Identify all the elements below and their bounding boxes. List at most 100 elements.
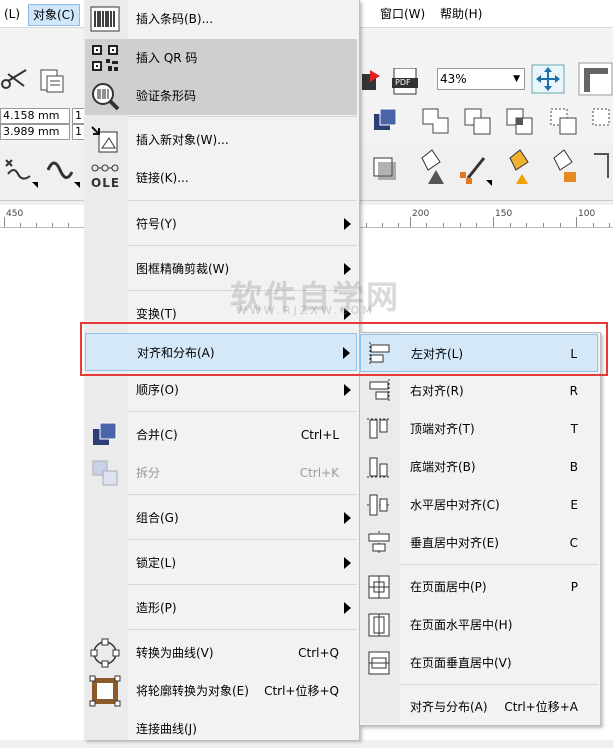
menu-item-outline-to-object[interactable]: 将轮廓转换为对象(E) Ctrl+位移+Q [85,672,357,710]
submenu-item-label: 在页面居中(P) [410,580,487,594]
outline-tool-icon[interactable] [590,148,613,188]
submenu-item-label: 在页面垂直居中(V) [410,656,512,670]
smart-fill-icon[interactable] [546,148,580,188]
menu-window[interactable]: 窗口(W) [376,4,429,24]
break-apart-icon [92,460,118,486]
submenu-item-align-right[interactable]: 右对齐(R) R [360,372,598,410]
menu-object[interactable]: 对象(C) [28,4,80,26]
submenu-item-center-page-horizontally[interactable]: 在页面水平居中(H) [360,606,598,644]
menu-item-break-apart: 拆分 Ctrl+K [85,454,357,492]
submenu-item-center-to-page[interactable]: 在页面居中(P) P [360,568,598,606]
menu-item-convert-to-curves[interactable]: 转换为曲线(V) Ctrl+Q [85,634,357,672]
curve-tool-icon[interactable] [44,152,80,188]
menu-item-label: 插入 QR 码 [136,51,198,65]
weld-icon[interactable] [420,106,452,136]
menu-layout[interactable]: (L) [0,4,24,24]
combine-icon[interactable] [370,106,400,136]
barcode-icon [90,6,120,32]
menu-help[interactable]: 帮助(H) [436,4,486,24]
full-screen-icon[interactable] [531,64,565,94]
simplify-icon[interactable] [548,106,580,136]
menu-item-label: 锁定(L) [136,556,177,570]
menu-item-shaping[interactable]: 造形(P) [85,589,357,627]
menu-item-validate-barcode[interactable]: 验证条形码 [85,77,357,115]
intersect-icon[interactable] [504,106,536,136]
eyedropper-icon[interactable] [458,148,492,188]
menu-item-label: 验证条形码 [136,89,197,103]
menu-item-label: 顺序(O) [136,383,179,397]
submenu-item-label: 对齐与分布(A) [410,700,488,714]
menu-item-insert-new-object[interactable]: 插入新对象(W)... [85,121,357,159]
menu-item-label: 拆分 [136,466,161,480]
convert-to-curves-icon [90,638,120,668]
submenu-item-shortcut: E [570,498,578,512]
trim-icon[interactable] [462,106,494,136]
submenu-item-shortcut: Ctrl+位移+A [504,700,578,714]
zoom-value: 43% [440,72,467,86]
ruler-label: 200 [412,209,430,219]
pdf-label: PDF [395,78,411,87]
submenu-item-label: 底端对齐(B) [410,460,476,474]
menu-item-label: 图框精确剪裁(W) [136,262,230,276]
menu-item-lock[interactable]: 锁定(L) [85,544,357,582]
submenu-item-shortcut: C [569,536,578,550]
menu-item-label: 链接(K)... [136,171,189,185]
center-page-vertical-icon [368,651,390,675]
center-page-horizontal-icon [368,613,390,637]
outline-to-object-icon [89,675,121,707]
menu-item-combine[interactable]: 合并(C) Ctrl+L [85,416,357,454]
menu-item-shortcut: Ctrl+位移+Q [264,684,339,698]
submenu-item-align-top[interactable]: 顶端对齐(T) T [360,410,598,448]
menu-item-label: 连接曲线(J) [136,722,197,736]
submenu-arrow-icon [344,557,351,569]
ruler-options-icon[interactable] [578,62,613,96]
interactive-fill-icon[interactable] [502,148,536,188]
import-icon[interactable] [360,66,382,94]
menu-item-insert-qr[interactable]: 插入 QR 码 [85,39,357,77]
annotation-highlight-box [80,322,608,376]
submenu-item-center-page-vertically[interactable]: 在页面垂直居中(V) [360,644,598,682]
combine-icon [93,422,117,445]
menu-item-join-curves[interactable]: 连接曲线(J) [85,710,357,740]
menu-item-shortcut: Ctrl+K [299,466,339,480]
submenu-arrow-icon [344,218,351,230]
menu-item-label: 插入条码(B)... [136,12,214,26]
ole-link-icon: OLE [89,162,121,194]
submenu-item-align-vertical-center[interactable]: 垂直居中对齐(E) C [360,524,598,562]
menu-item-label: 合并(C) [136,428,178,442]
submenu-item-label: 顶端对齐(T) [410,422,475,436]
ruler-label: 150 [495,209,513,219]
menu-item-symbol[interactable]: 符号(Y) [85,205,357,243]
menu-item-label: 符号(Y) [136,217,177,231]
menu-item-order[interactable]: 顺序(O) [85,371,357,409]
cut-icon[interactable] [0,64,30,92]
submenu-item-label: 在页面水平居中(H) [410,618,513,632]
zoom-select[interactable]: 43% ▼ [437,68,525,90]
freehand-icon[interactable] [2,152,38,188]
submenu-item-label: 水平居中对齐(C) [410,498,500,512]
width-field[interactable]: 4.158 mm [0,108,70,124]
watermark-url: WWW.RJZXW.COM [236,304,375,317]
paste-icon[interactable] [38,66,68,94]
submenu-item-align-horizontal-center[interactable]: 水平居中对齐(C) E [360,486,598,524]
menu-item-group[interactable]: 组合(G) [85,499,357,537]
submenu-item-shortcut: T [570,422,578,436]
chevron-down-icon: ▼ [513,74,520,84]
front-minus-back-icon[interactable] [590,106,613,136]
menu-item-link[interactable]: OLE 链接(K)... [85,159,357,197]
qr-code-icon [92,45,118,71]
menu-item-insert-barcode[interactable]: 插入条码(B)... [85,0,357,38]
height-field[interactable]: 3.989 mm [0,124,70,140]
submenu-arrow-icon [344,512,351,524]
fill-tool-icon[interactable] [414,148,448,188]
submenu-item-align-and-distribute[interactable]: 对齐与分布(A) Ctrl+位移+A [360,688,598,726]
pdf-export-icon[interactable]: PDF [392,67,422,96]
ruler-label: 450 [6,209,24,219]
submenu-arrow-icon [344,384,351,396]
drop-shadow-icon[interactable] [370,150,402,186]
align-bottom-icon [367,457,391,478]
menu-item-label: 造形(P) [136,601,177,615]
submenu-item-align-bottom[interactable]: 底端对齐(B) B [360,448,598,486]
submenu-item-shortcut: B [569,460,578,474]
submenu-item-label: 右对齐(R) [410,384,464,398]
